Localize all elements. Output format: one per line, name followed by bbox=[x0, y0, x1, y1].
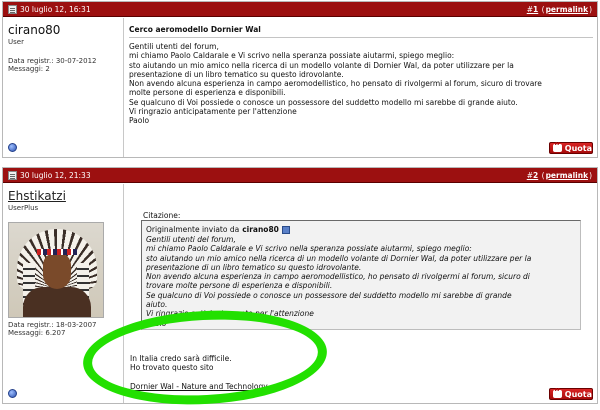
user-title: User bbox=[8, 38, 24, 46]
avatar-body bbox=[23, 287, 91, 317]
post-1: 30 luglio 12, 16:31 #1 (permalink) ciran… bbox=[2, 1, 598, 158]
quote-icon bbox=[553, 141, 562, 152]
quote-origin: Originalmente inviato da bbox=[146, 225, 240, 234]
reply-line-1: In Italia credo sarà difficile. bbox=[130, 354, 232, 363]
post-header: 30 luglio 12, 16:31 #1 (permalink) bbox=[3, 2, 597, 17]
post-icon bbox=[8, 171, 17, 180]
post-body: Gentili utenti del forum, mi chiamo Paol… bbox=[129, 42, 542, 126]
post-number-area: #2 (permalink) bbox=[526, 171, 592, 180]
view-post-icon[interactable] bbox=[281, 225, 290, 234]
user-messages: Messaggi: 6.207 bbox=[8, 329, 66, 337]
permalink-link[interactable]: permalink bbox=[546, 171, 589, 180]
post-number-area: #1 (permalink) bbox=[526, 5, 592, 14]
avatar-face bbox=[43, 253, 71, 289]
user-info-column: cirano80 User Data registr.: 30-07-2012 … bbox=[3, 18, 124, 157]
post-date: 30 luglio 12, 16:31 bbox=[8, 4, 91, 15]
external-site-link[interactable]: Dornier Wal - Nature and Technology bbox=[130, 382, 268, 391]
post-date-text: 30 luglio 12, 21:33 bbox=[20, 171, 91, 180]
avatar bbox=[8, 222, 104, 318]
permalink-link[interactable]: permalink bbox=[546, 5, 589, 14]
post-date: 30 luglio 12, 21:33 bbox=[8, 170, 91, 181]
quote-icon bbox=[553, 387, 562, 398]
message-column: Citazione: Originalmente inviato da cira… bbox=[125, 184, 597, 403]
post-header: 30 luglio 12, 21:33 #2 (permalink) bbox=[3, 168, 597, 183]
username[interactable]: cirano80 bbox=[8, 23, 60, 37]
user-status-icon[interactable] bbox=[8, 143, 17, 152]
post-title: Cerco aeromodello Dornier Wal bbox=[129, 25, 261, 34]
post-2: 30 luglio 12, 21:33 #2 (permalink) Ehsti… bbox=[2, 167, 598, 404]
quote-meta: Originalmente inviato da cirano80 bbox=[146, 225, 576, 234]
username[interactable]: Ehstikatzi bbox=[8, 189, 66, 203]
quote-button[interactable]: Quota bbox=[549, 387, 593, 400]
quote-text: Gentili utenti del forum, mi chiamo Paol… bbox=[146, 235, 532, 328]
quote-box: Originalmente inviato da cirano80 Gentil… bbox=[141, 220, 581, 330]
quote-label: Citazione: bbox=[143, 211, 181, 220]
user-status-icon[interactable] bbox=[8, 389, 17, 398]
user-messages: Messaggi: 2 bbox=[8, 65, 50, 73]
quote-author: cirano80 bbox=[242, 225, 279, 234]
post-number-link[interactable]: #1 bbox=[527, 5, 539, 14]
user-title: UserPlus bbox=[8, 204, 39, 212]
quote-button-label: Quota bbox=[564, 143, 592, 153]
post-icon bbox=[8, 5, 17, 14]
user-info-column: Ehstikatzi UserPlus Data registr.: 18-03… bbox=[3, 184, 124, 403]
message-column: Cerco aeromodello Dornier Wal Gentili ut… bbox=[125, 18, 597, 157]
post-date-text: 30 luglio 12, 16:31 bbox=[20, 5, 91, 14]
post-number-link[interactable]: #2 bbox=[527, 171, 539, 180]
reply-body: In Italia credo sarà difficile. Ho trova… bbox=[130, 354, 268, 391]
quote-button-label: Quota bbox=[564, 389, 592, 399]
reply-line-2: Ho trovato questo sito bbox=[130, 363, 214, 373]
reply-gap bbox=[130, 373, 268, 382]
quote-button[interactable]: Quota bbox=[549, 141, 593, 154]
title-divider bbox=[129, 37, 593, 38]
headdress-band bbox=[37, 249, 77, 255]
